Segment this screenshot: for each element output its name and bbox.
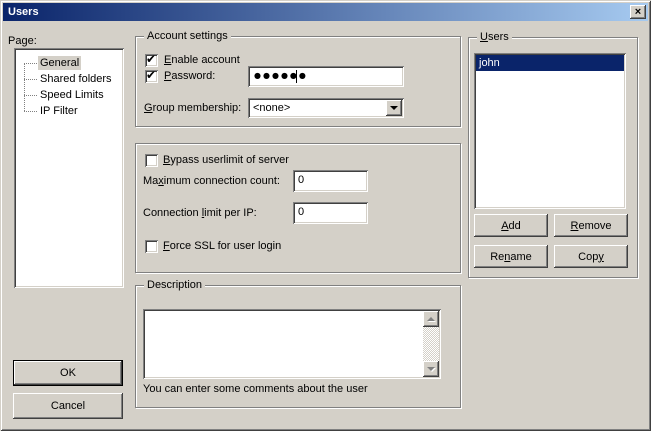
copy-button-label: Copy xyxy=(578,251,604,263)
bypass-userlimit-checkbox[interactable] xyxy=(145,154,158,167)
tree-item-label: General xyxy=(38,56,81,70)
tree-connector xyxy=(24,79,37,80)
force-ssl-label: Force SSL for user login xyxy=(163,240,281,253)
rename-button-label: Rename xyxy=(490,251,532,263)
rename-button[interactable]: Rename xyxy=(474,245,548,268)
tree-item-general[interactable]: General xyxy=(14,55,124,71)
password-label: Password: xyxy=(164,70,215,83)
cancel-button-label: Cancel xyxy=(51,400,85,412)
tree-item-label: IP Filter xyxy=(38,104,80,118)
connection-limit-label: Connection limit per IP: xyxy=(143,207,257,220)
group-membership-label: Group membership: xyxy=(144,102,241,115)
connection-limit-value: 0 xyxy=(298,202,304,223)
users-listbox[interactable]: john xyxy=(474,53,626,209)
dropdown-button[interactable] xyxy=(386,100,402,116)
tree-item-ip-filter[interactable]: IP Filter xyxy=(14,103,124,119)
ok-button-label: OK xyxy=(60,367,76,379)
bypass-userlimit-label: Bypass userlimit of server xyxy=(163,154,289,167)
tree-connector xyxy=(24,63,37,64)
account-settings-title: Account settings xyxy=(144,29,231,43)
scroll-up-button[interactable] xyxy=(423,311,439,327)
enable-account-checkbox[interactable]: ✔ xyxy=(145,54,158,67)
password-checkbox[interactable]: ✔ xyxy=(145,70,158,83)
arrow-down-icon xyxy=(427,367,435,375)
remove-button[interactable]: Remove xyxy=(554,214,628,237)
tree-connector xyxy=(24,111,37,112)
list-item-john[interactable]: john xyxy=(476,55,624,71)
connection-limit-input[interactable]: 0 xyxy=(293,202,368,224)
scroll-down-button[interactable] xyxy=(423,361,439,377)
max-connection-label: Maximum connection count: xyxy=(143,175,280,188)
description-scrollbar[interactable] xyxy=(423,311,439,377)
window-title: Users xyxy=(3,6,39,18)
force-ssl-checkbox[interactable] xyxy=(145,240,158,253)
max-connection-value: 0 xyxy=(298,170,304,191)
ok-button[interactable]: OK xyxy=(13,360,123,386)
remove-button-label: Remove xyxy=(571,220,612,232)
description-hint: You can enter some comments about the us… xyxy=(143,383,368,396)
description-title: Description xyxy=(144,278,205,292)
description-textarea[interactable] xyxy=(143,309,441,379)
tree-item-shared-folders[interactable]: Shared folders xyxy=(14,71,124,87)
list-item-label: john xyxy=(479,57,500,69)
add-button[interactable]: Add xyxy=(474,214,548,237)
check-icon: ✔ xyxy=(146,68,156,82)
password-value: ●●●●●● xyxy=(254,66,308,86)
tree-item-label: Speed Limits xyxy=(38,88,106,102)
enable-account-label: Enable account xyxy=(164,54,240,67)
group-membership-value: <none> xyxy=(253,98,290,118)
add-button-label: Add xyxy=(501,220,521,232)
group-membership-select[interactable]: <none> xyxy=(248,98,404,118)
tree-item-speed-limits[interactable]: Speed Limits xyxy=(14,87,124,103)
copy-button[interactable]: Copy xyxy=(554,245,628,268)
arrow-up-icon xyxy=(427,313,435,321)
users-group-title: Users xyxy=(477,30,512,44)
password-input[interactable]: ●●●●●● xyxy=(248,66,404,87)
tree-connector xyxy=(24,95,37,96)
page-tree[interactable]: General Shared folders Speed Limits IP F… xyxy=(14,48,124,288)
cancel-button[interactable]: Cancel xyxy=(13,393,123,419)
page-label: Page: xyxy=(8,35,37,48)
max-connection-input[interactable]: 0 xyxy=(293,170,368,192)
check-icon: ✔ xyxy=(146,52,156,66)
title-bar[interactable]: Users × xyxy=(3,3,648,21)
chevron-down-icon xyxy=(390,106,398,114)
tree-item-label: Shared folders xyxy=(38,72,114,86)
close-button[interactable]: × xyxy=(630,5,646,19)
text-caret xyxy=(296,70,297,83)
close-icon: × xyxy=(635,7,641,17)
